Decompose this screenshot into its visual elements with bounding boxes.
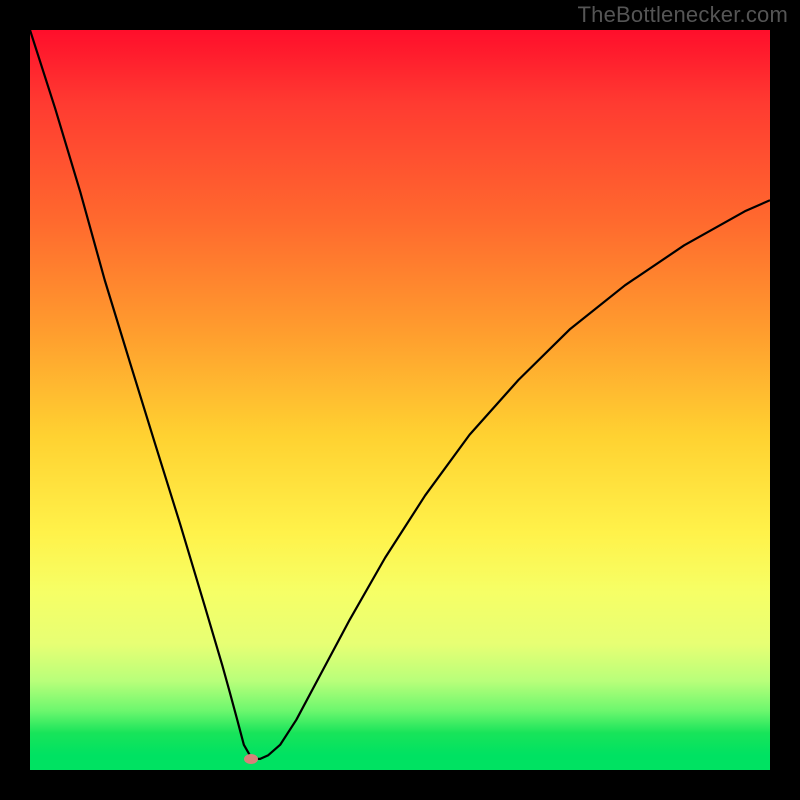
plot-area	[30, 30, 770, 770]
curve-svg	[30, 30, 770, 770]
optimal-point-marker	[244, 754, 258, 764]
chart-frame: TheBottlenecker.com	[0, 0, 800, 800]
watermark-text: TheBottlenecker.com	[578, 2, 788, 28]
bottleneck-curve	[30, 30, 770, 759]
